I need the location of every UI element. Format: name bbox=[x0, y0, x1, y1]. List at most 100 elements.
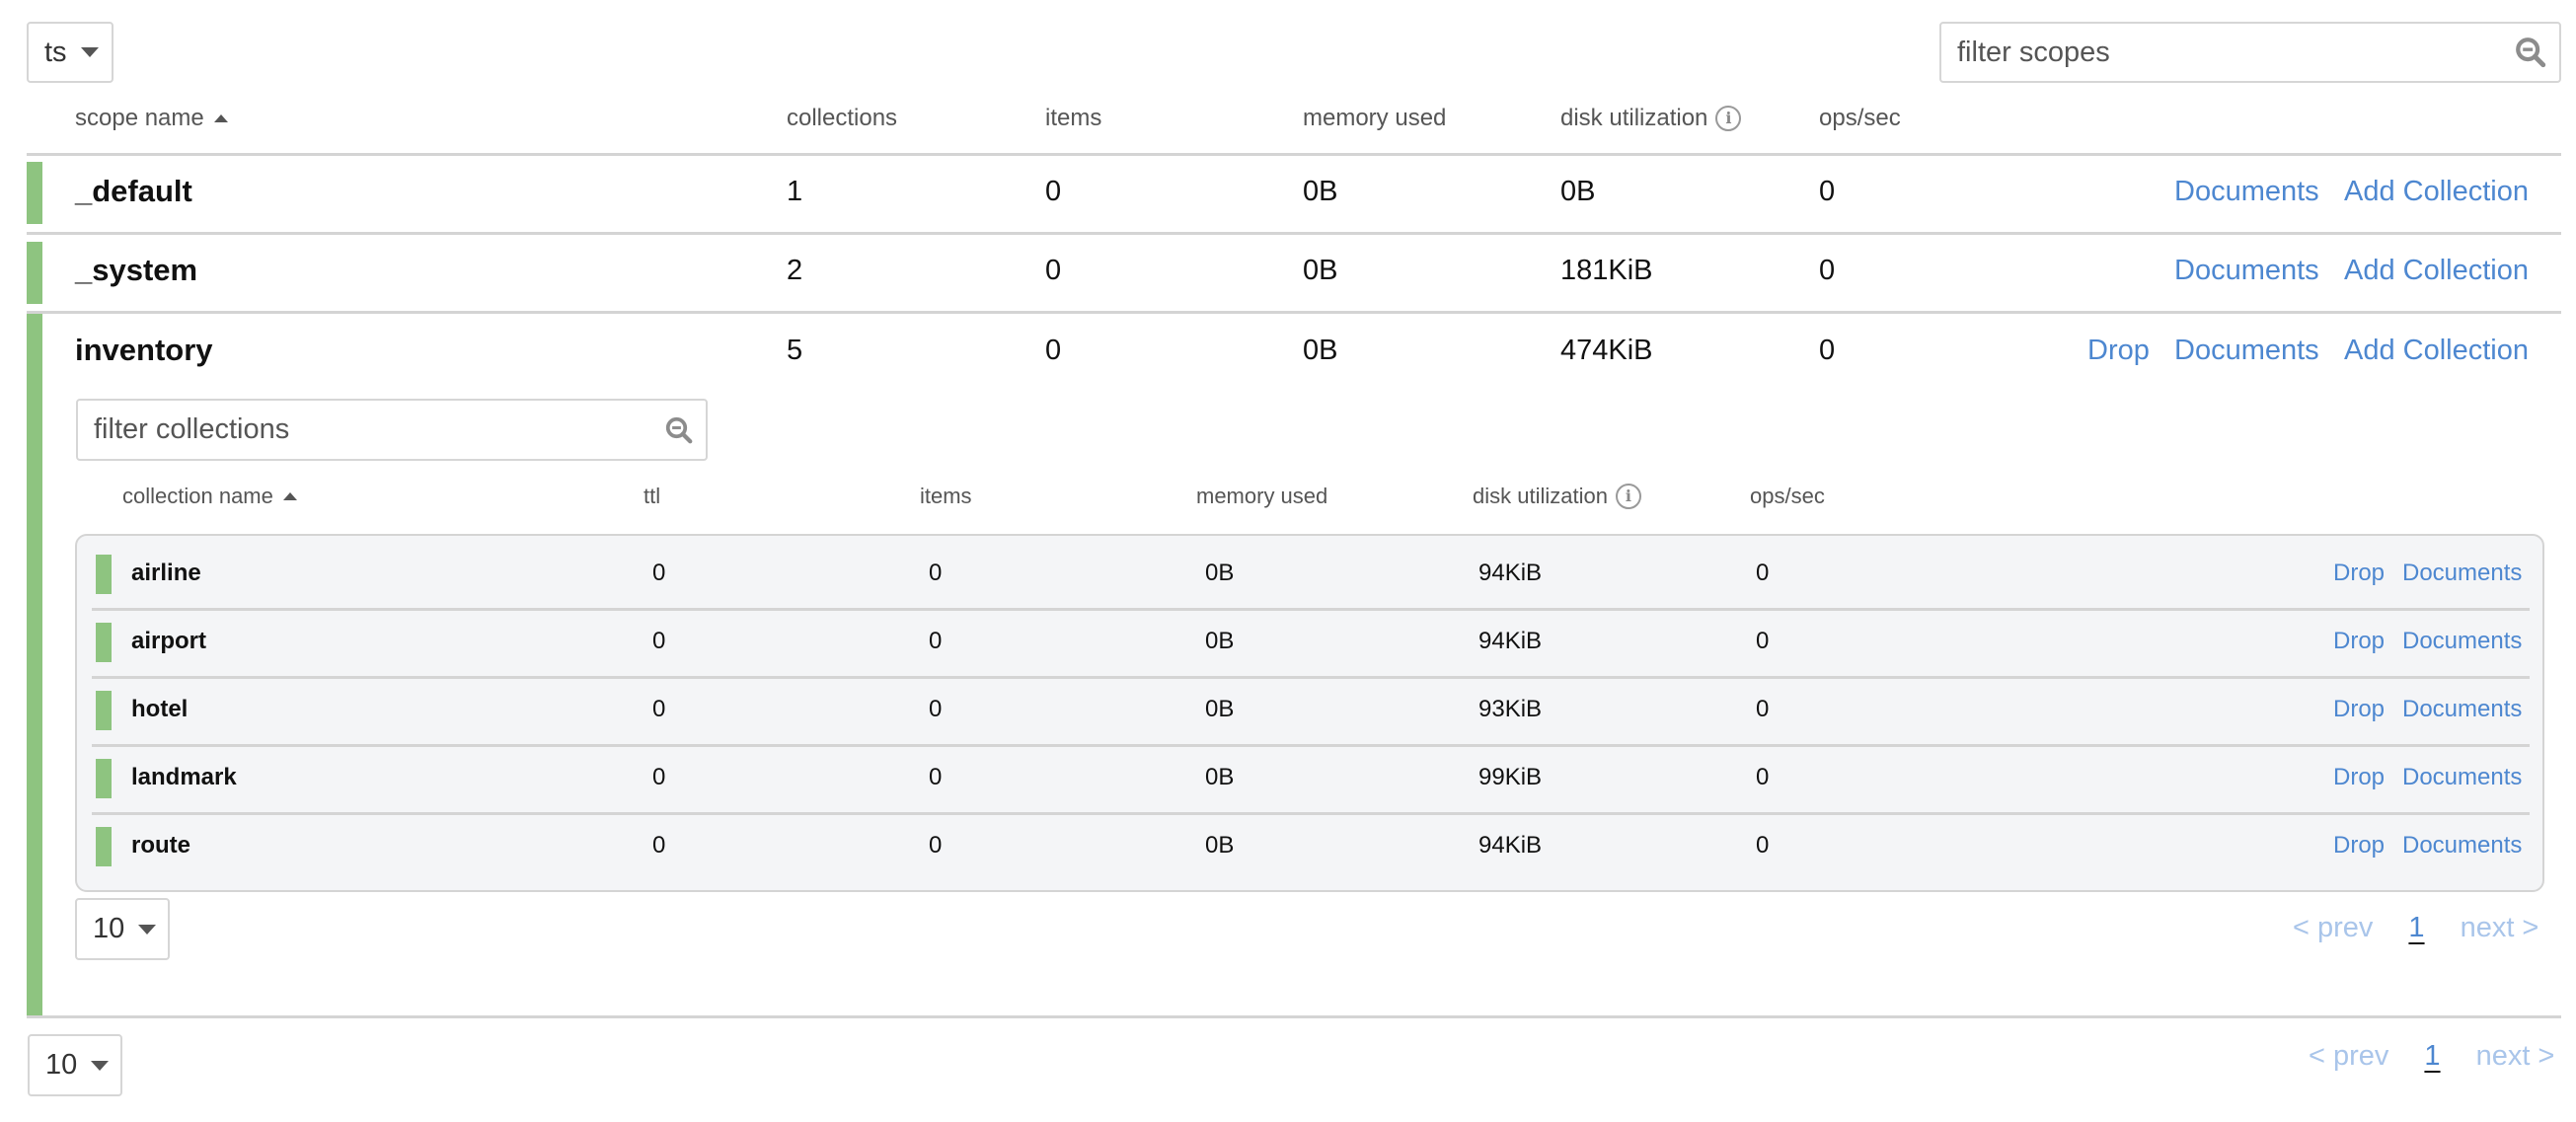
row-divider bbox=[27, 311, 2561, 314]
add-collection-link[interactable]: Add Collection bbox=[2344, 255, 2529, 287]
header-ttl: ttl bbox=[644, 484, 661, 508]
collection-name[interactable]: route bbox=[131, 832, 190, 860]
scope-page-size-select[interactable]: 10 bbox=[28, 1034, 122, 1096]
status-indicator bbox=[96, 759, 112, 798]
scope-filter-input[interactable] bbox=[1957, 24, 2483, 81]
collection-ops-sec: 0 bbox=[1756, 560, 1770, 586]
drop-collection-link[interactable]: Drop bbox=[2333, 628, 2385, 655]
header-ops-sec: ops/sec bbox=[1819, 105, 1901, 131]
page-1-link[interactable]: 1 bbox=[2408, 912, 2424, 944]
collection-disk-utilization: 94KiB bbox=[1478, 560, 1543, 586]
collection-disk-utilization: 94KiB bbox=[1478, 832, 1543, 859]
header-memory-used: memory used bbox=[1196, 484, 1328, 508]
scope-name[interactable]: _default bbox=[75, 174, 192, 209]
collection-name[interactable]: hotel bbox=[131, 696, 188, 723]
collection-disk-utilization: 94KiB bbox=[1478, 628, 1543, 654]
bucket-select[interactable]: ts bbox=[27, 22, 114, 83]
drop-collection-link[interactable]: Drop bbox=[2333, 696, 2385, 723]
documents-link[interactable]: Documents bbox=[2174, 255, 2319, 287]
page-size-value: 10 bbox=[93, 913, 125, 944]
collection-items: 0 bbox=[929, 628, 943, 654]
chevron-down-icon bbox=[138, 924, 157, 935]
scope-items: 0 bbox=[1045, 176, 1062, 207]
drop-collection-link[interactable]: Drop bbox=[2333, 832, 2385, 860]
scope-items: 0 bbox=[1045, 255, 1062, 286]
header-scope-name-label: scope name bbox=[75, 105, 204, 131]
status-indicator bbox=[96, 691, 112, 730]
info-icon[interactable]: i bbox=[1615, 484, 1641, 509]
row-divider bbox=[92, 608, 2530, 611]
row-divider bbox=[27, 232, 2561, 235]
collection-memory-used: 0B bbox=[1205, 560, 1235, 586]
collection-name[interactable]: airline bbox=[131, 560, 201, 587]
collection-page-size-select[interactable]: 10 bbox=[75, 898, 170, 960]
status-indicator bbox=[96, 623, 112, 662]
next-page-link[interactable]: next > bbox=[2476, 1040, 2555, 1073]
prev-page-link[interactable]: < prev bbox=[2293, 912, 2373, 944]
scope-name[interactable]: _system bbox=[75, 253, 197, 288]
collection-items: 0 bbox=[929, 832, 943, 859]
header-items: items bbox=[920, 484, 972, 508]
collection-filter-input[interactable] bbox=[94, 401, 628, 459]
scope-filter[interactable] bbox=[1939, 22, 2561, 83]
add-collection-link[interactable]: Add Collection bbox=[2344, 335, 2529, 367]
collection-memory-used: 0B bbox=[1205, 764, 1235, 790]
status-indicator bbox=[27, 162, 42, 224]
collection-memory-used: 0B bbox=[1205, 696, 1235, 722]
documents-link[interactable]: Documents bbox=[2402, 628, 2522, 655]
scope-memory-used: 0B bbox=[1303, 176, 1338, 207]
drop-collection-link[interactable]: Drop bbox=[2333, 560, 2385, 587]
scope-collections: 2 bbox=[787, 255, 803, 286]
scope-name[interactable]: inventory bbox=[75, 333, 213, 368]
scope-ops-sec: 0 bbox=[1819, 335, 1836, 366]
sort-ascending-icon bbox=[282, 492, 297, 500]
drop-collection-link[interactable]: Drop bbox=[2333, 764, 2385, 791]
scope-ops-sec: 0 bbox=[1819, 176, 1836, 207]
collection-ops-sec: 0 bbox=[1756, 696, 1770, 722]
header-disk-utilization: disk utilization i bbox=[1560, 105, 1742, 132]
scope-disk-utilization: 474KiB bbox=[1560, 335, 1653, 366]
collection-ops-sec: 0 bbox=[1756, 764, 1770, 790]
sort-ascending-icon bbox=[213, 114, 228, 122]
collection-items: 0 bbox=[929, 696, 943, 722]
prev-page-link[interactable]: < prev bbox=[2309, 1040, 2388, 1073]
header-disk-utilization: disk utilization i bbox=[1473, 484, 1641, 509]
header-collection-name-label: collection name bbox=[122, 484, 273, 508]
documents-link[interactable]: Documents bbox=[2402, 696, 2522, 723]
next-page-link[interactable]: next > bbox=[2461, 912, 2539, 944]
documents-link[interactable]: Documents bbox=[2174, 335, 2319, 367]
documents-link[interactable]: Documents bbox=[2402, 832, 2522, 860]
collection-memory-used: 0B bbox=[1205, 628, 1235, 654]
collection-ttl: 0 bbox=[652, 628, 666, 654]
add-collection-link[interactable]: Add Collection bbox=[2344, 176, 2529, 208]
documents-link[interactable]: Documents bbox=[2402, 764, 2522, 791]
drop-scope-link[interactable]: Drop bbox=[2087, 335, 2150, 367]
chevron-down-icon bbox=[91, 1060, 110, 1071]
documents-link[interactable]: Documents bbox=[2174, 176, 2319, 208]
header-scope-name[interactable]: scope name bbox=[75, 105, 228, 132]
collection-name[interactable]: landmark bbox=[131, 764, 237, 791]
collection-ttl: 0 bbox=[652, 696, 666, 722]
page-1-link[interactable]: 1 bbox=[2424, 1040, 2440, 1073]
scope-disk-utilization: 181KiB bbox=[1560, 255, 1653, 286]
scope-items: 0 bbox=[1045, 335, 1062, 366]
status-indicator bbox=[96, 827, 112, 866]
search-minus-icon bbox=[665, 416, 693, 443]
collection-ttl: 0 bbox=[652, 764, 666, 790]
scope-memory-used: 0B bbox=[1303, 255, 1338, 286]
header-items: items bbox=[1045, 105, 1102, 131]
collection-disk-utilization: 99KiB bbox=[1478, 764, 1543, 790]
scope-ops-sec: 0 bbox=[1819, 255, 1836, 286]
scope-collections: 5 bbox=[787, 335, 803, 366]
status-indicator bbox=[27, 242, 42, 304]
info-icon[interactable]: i bbox=[1715, 106, 1742, 131]
header-collection-name[interactable]: collection name bbox=[122, 484, 297, 509]
collection-name[interactable]: airport bbox=[131, 628, 206, 655]
collection-ttl: 0 bbox=[652, 832, 666, 859]
collection-pagination: < prev 1 next > bbox=[2293, 912, 2538, 944]
documents-link[interactable]: Documents bbox=[2402, 560, 2522, 587]
table-bottom-divider bbox=[27, 1015, 2561, 1018]
collection-filter[interactable] bbox=[76, 399, 708, 461]
page-size-value: 10 bbox=[45, 1049, 78, 1081]
collection-items: 0 bbox=[929, 764, 943, 790]
